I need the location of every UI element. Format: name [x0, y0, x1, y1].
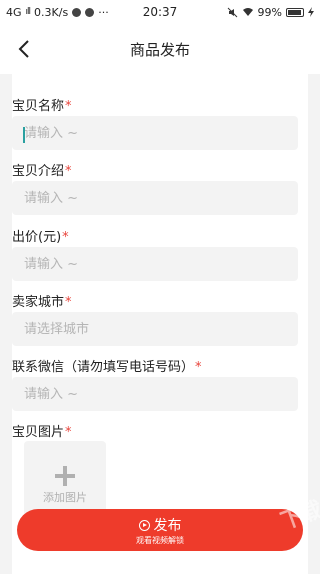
required-marker: * [65, 425, 72, 440]
chevron-left-icon [18, 40, 29, 58]
signal-icon: ıll [25, 7, 31, 17]
publish-sublabel: 观看视频解锁 [136, 536, 184, 545]
battery-percent: 99% [257, 5, 282, 19]
network-type: 4G [6, 5, 22, 19]
field-label-text: 卖家城市 [12, 295, 65, 310]
network-speed: 0.3K/s [34, 5, 69, 19]
charging-icon [308, 7, 314, 17]
battery-icon [286, 7, 304, 17]
field-label-city: 卖家城市* [12, 291, 72, 310]
field-label-price: 出价(元)* [12, 226, 69, 245]
more-notifications-icon: ··· [98, 5, 109, 19]
app-notification-icon [72, 7, 82, 17]
field-label-text: 宝贝介绍 [12, 164, 65, 179]
status-bar: 4G ıll 0.3K/s ··· 20:37 99% [0, 0, 320, 24]
city-select[interactable] [12, 312, 298, 346]
nav-bar: 商品发布 [0, 24, 320, 74]
publish-button[interactable]: 发布 观看视频解锁 [17, 509, 303, 551]
add-image-label: 添加图片 [43, 491, 87, 504]
item-description-input[interactable] [12, 181, 298, 215]
required-marker: * [65, 295, 72, 310]
status-time: 20:37 [142, 5, 178, 19]
status-left: 4G ıll 0.3K/s ··· [6, 6, 109, 19]
text-cursor [23, 127, 25, 143]
required-marker: * [62, 230, 69, 245]
field-label-wechat: 联系微信（请勿填写电话号码）* [12, 356, 202, 375]
required-marker: * [65, 164, 72, 179]
field-label-text: 出价(元) [12, 230, 62, 245]
price-input[interactable] [12, 247, 298, 281]
publish-label: 发布 [153, 518, 182, 534]
page-title: 商品发布 [129, 40, 190, 59]
item-name-input[interactable] [12, 116, 298, 150]
field-label-name: 宝贝名称* [12, 95, 72, 114]
field-label-text: 联系微信（请勿填写电话号码） [12, 360, 195, 375]
wechat-input[interactable] [12, 377, 298, 411]
required-marker: * [65, 99, 72, 114]
field-label-images: 宝贝图片* [12, 421, 72, 440]
mute-icon [227, 7, 237, 17]
field-label-text: 宝贝名称 [12, 99, 65, 114]
back-button[interactable] [14, 37, 38, 61]
field-label-description: 宝贝介绍* [12, 160, 72, 179]
cloud-notification-icon [85, 7, 95, 17]
plus-icon [55, 466, 75, 486]
field-label-text: 宝贝图片 [12, 425, 65, 440]
publish-main: 发布 [17, 515, 303, 535]
status-right: 99% [227, 6, 314, 19]
play-icon [138, 519, 150, 531]
wifi-icon [242, 8, 253, 16]
required-marker: * [195, 360, 202, 375]
